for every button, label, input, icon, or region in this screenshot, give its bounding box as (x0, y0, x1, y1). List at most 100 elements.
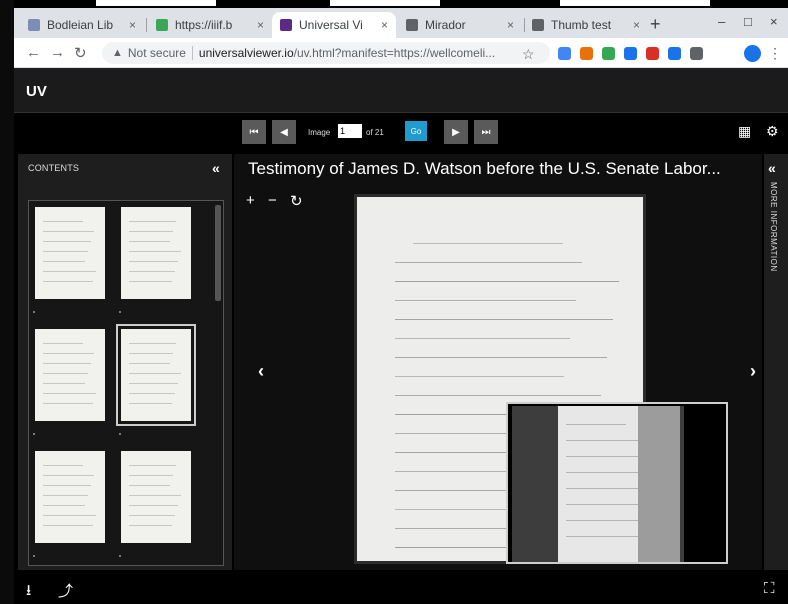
extension-icon[interactable] (624, 47, 637, 60)
gallery-view-icon[interactable]: ▦ (738, 123, 751, 140)
handwriting-line (129, 393, 175, 394)
desktop-background (0, 0, 14, 604)
handwriting-line (43, 353, 94, 354)
share-icon[interactable]: ⤴ (58, 580, 73, 601)
handwriting-line (395, 357, 607, 358)
favicon-icon (280, 19, 292, 31)
close-icon[interactable]: × (381, 18, 388, 32)
viewer-footer: ⭳ ⤴ ⛶ (14, 574, 788, 604)
handwriting-line (43, 241, 91, 242)
more-information-label[interactable]: MORE INFORMATION (769, 182, 778, 272)
thumbnail-marker (119, 433, 121, 435)
page-thumbnail[interactable] (35, 207, 105, 299)
close-icon[interactable]: × (129, 18, 136, 32)
page-thumbnail[interactable] (35, 451, 105, 543)
desktop-window-edge (96, 0, 216, 6)
handwriting-line (395, 300, 576, 301)
handwriting-line (129, 383, 178, 384)
go-button[interactable]: Go (405, 121, 427, 141)
next-image-arrow[interactable]: › (750, 361, 756, 382)
handwriting-line (129, 221, 176, 222)
minimize-button[interactable]: – (718, 14, 725, 29)
universal-viewer: UV ⏮ ◀ Image of 21 Go ▶ ⏭ ▦ ⚙ CONTENTS « (14, 69, 788, 604)
thumbnail-marker (119, 555, 121, 557)
thumbnail-grid (28, 200, 224, 566)
next-page-button[interactable]: ▶ (444, 120, 468, 144)
handwriting-line (43, 505, 85, 506)
tab-strip: Bodleian Lib × https://iiif.b × Universa… (14, 8, 788, 38)
zoom-in-button[interactable]: + (246, 192, 255, 209)
tab-title: Bodleian Lib (47, 18, 114, 32)
url-path: /uv.html?manifest=https://wellcomeli... (293, 46, 496, 60)
handwriting-line (129, 271, 175, 272)
handwriting-line (129, 241, 170, 242)
tab-iiif[interactable]: https://iiif.b × (148, 12, 272, 38)
handwriting-line (43, 475, 94, 476)
browser-menu-button[interactable]: ⋮ (768, 45, 782, 62)
browser-window: Bodleian Lib × https://iiif.b × Universa… (14, 8, 788, 604)
handwriting-line (129, 465, 176, 466)
zoom-out-button[interactable]: − (268, 192, 277, 209)
new-tab-button[interactable]: + (650, 14, 661, 35)
reload-button[interactable]: ↻ (74, 44, 87, 62)
handwriting-line (129, 363, 170, 364)
maximize-button[interactable]: □ (744, 14, 752, 29)
document-title: Testimony of James D. Watson before the … (248, 159, 721, 178)
handwriting-line (43, 373, 88, 374)
close-icon[interactable]: × (633, 18, 640, 32)
tab-thumb-test[interactable]: Thumb test × (524, 12, 648, 38)
first-page-button[interactable]: ⏮ (242, 120, 266, 144)
handwriting-line (129, 495, 181, 496)
tab-universal-viewer[interactable]: Universal Vi × (272, 12, 396, 38)
divider (191, 46, 193, 60)
handwriting-line (566, 440, 645, 441)
scrollbar[interactable] (215, 205, 221, 301)
tab-mirador[interactable]: Mirador × (398, 12, 522, 38)
handwriting-line (43, 251, 88, 252)
profile-avatar[interactable] (744, 45, 761, 62)
handwriting-line (43, 515, 96, 516)
page-thumbnail[interactable] (35, 329, 105, 421)
address-bar[interactable]: ▲ Not secure universalviewer.io/uv.html?… (102, 42, 550, 64)
navigator-minimap[interactable] (506, 402, 728, 564)
page-thumbnail[interactable] (116, 324, 196, 426)
bookmark-star-icon[interactable]: ☆ (522, 46, 535, 63)
extension-icon[interactable] (558, 47, 571, 60)
favicon-icon (156, 19, 168, 31)
settings-gear-icon[interactable]: ⚙ (766, 123, 779, 140)
desktop-window-edge (330, 0, 440, 6)
close-icon[interactable]: × (507, 18, 514, 32)
handwriting-line (395, 262, 582, 263)
extension-icon[interactable] (580, 47, 593, 60)
tab-title: Mirador (425, 18, 466, 32)
close-icon[interactable]: × (257, 18, 264, 32)
tab-bodleian[interactable]: Bodleian Lib × (20, 12, 144, 38)
extensions-puzzle-icon[interactable] (690, 47, 703, 60)
rotate-button[interactable]: ↻ (290, 192, 303, 210)
previous-page-button[interactable]: ◀ (272, 120, 296, 144)
handwriting-line (395, 395, 601, 396)
contents-panel: CONTENTS « (18, 154, 232, 570)
fullscreen-icon[interactable]: ⛶ (764, 580, 775, 597)
handwriting-line (43, 221, 83, 222)
download-icon[interactable]: ⭳ (26, 580, 31, 604)
handwriting-line (43, 231, 94, 232)
forward-button[interactable]: → (50, 44, 65, 61)
previous-image-arrow[interactable]: ‹ (258, 361, 264, 382)
favicon-icon (532, 19, 544, 31)
extension-icon[interactable] (602, 47, 615, 60)
page-thumbnail[interactable] (121, 207, 191, 299)
page-thumbnail[interactable] (121, 451, 191, 543)
security-label: Not secure (127, 46, 186, 60)
extension-icon[interactable] (668, 47, 681, 60)
extension-icon[interactable] (646, 47, 659, 60)
collapse-contents-icon[interactable]: « (212, 160, 220, 176)
close-window-button[interactable]: × (770, 14, 778, 29)
warning-icon: ▲ (112, 47, 123, 59)
last-page-button[interactable]: ⏭ (474, 120, 498, 144)
back-button[interactable]: ← (26, 44, 41, 61)
handwriting-line (395, 319, 613, 320)
handwriting-line (43, 271, 96, 272)
page-number-input[interactable] (338, 124, 362, 138)
expand-info-icon[interactable]: « (768, 160, 776, 176)
